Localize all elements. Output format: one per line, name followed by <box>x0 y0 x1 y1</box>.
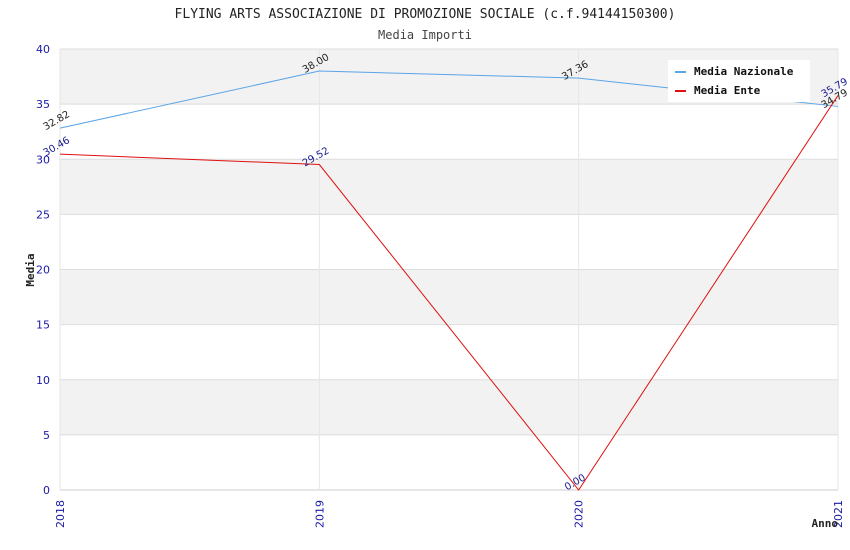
plot-band <box>60 159 838 215</box>
chart-title: FLYING ARTS ASSOCIAZIONE DI PROMOZIONE S… <box>175 7 676 22</box>
line-chart: FLYING ARTS ASSOCIAZIONE DI PROMOZIONE S… <box>24 7 850 530</box>
y-tick-label: 40 <box>36 43 50 56</box>
plot-band <box>60 269 838 325</box>
chart-subtitle: Media Importi <box>378 28 472 42</box>
y-tick-label: 20 <box>36 264 50 277</box>
y-tick-label: 15 <box>36 319 50 332</box>
x-axis-label: Anno <box>812 517 839 530</box>
plot-band <box>60 379 838 435</box>
y-axis-ticks: 0510152025303540 <box>36 43 50 497</box>
legend-label-media-nazionale: Media Nazionale <box>694 65 794 78</box>
x-tick-label: 2020 <box>573 500 586 528</box>
x-tick-label: 2018 <box>54 500 67 528</box>
y-tick-label: 0 <box>43 484 50 497</box>
legend-label-media-ente: Media Ente <box>694 84 761 97</box>
x-tick-label: 2019 <box>313 500 326 528</box>
legend: Media Nazionale Media Ente <box>668 60 810 102</box>
y-tick-label: 5 <box>43 429 50 442</box>
y-tick-label: 10 <box>36 374 50 387</box>
y-tick-label: 25 <box>36 208 50 221</box>
y-tick-label: 35 <box>36 98 50 111</box>
plot-band <box>60 434 838 490</box>
plot-band <box>60 324 838 380</box>
y-axis-label: Media <box>24 253 37 286</box>
plot-band <box>60 214 838 270</box>
plot-band <box>60 104 838 160</box>
